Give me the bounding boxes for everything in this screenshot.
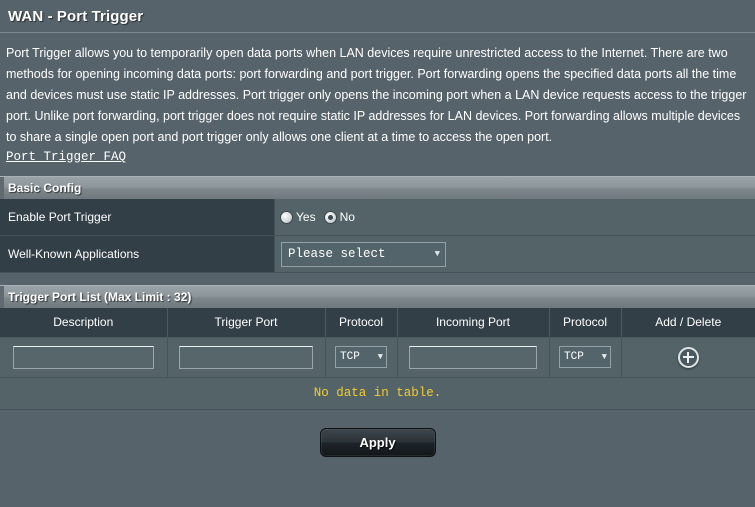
column-header-protocol-1: Protocol [325,308,398,338]
enable-port-trigger-value: Yes No [275,199,755,235]
enable-port-trigger-label: Enable Port Trigger [0,199,275,235]
well-known-applications-select[interactable]: Please select ▼ [281,241,446,267]
radio-label-no: No [339,210,355,224]
description-block: Port Trigger allows you to temporarily o… [0,33,755,164]
cell-incoming-port [397,337,550,378]
radio-unchecked-icon [281,211,292,223]
radio-label-yes: Yes [296,210,316,224]
well-known-applications-value: Please select ▼ [275,236,755,272]
description-text: Port Trigger allows you to temporarily o… [6,46,747,144]
column-header-trigger-port: Trigger Port [167,308,326,338]
table-entry-row: TCP ▼ TCP ▼ [0,337,755,378]
well-known-applications-selected-text: Please select [288,247,386,261]
trigger-port-table: Description Trigger Port Protocol Incomi… [0,308,755,410]
page-title: WAN - Port Trigger [8,8,144,25]
page-header: WAN - Port Trigger [0,0,755,33]
column-header-incoming-port: Incoming Port [397,308,550,338]
protocol-incoming-select[interactable]: TCP ▼ [559,346,611,368]
chevron-down-icon: ▼ [377,351,383,362]
cell-protocol-incoming: TCP ▼ [549,337,622,378]
column-header-protocol-2: Protocol [549,308,622,338]
protocol-trigger-selected-text: TCP [340,351,360,363]
table-empty-row: No data in table. [0,377,755,410]
port-trigger-faq-link[interactable]: Port Trigger FAQ [6,150,126,164]
column-header-add-delete: Add / Delete [621,308,755,338]
enable-port-trigger-radio-group: Yes No [281,210,355,224]
row-enable-port-trigger: Enable Port Trigger Yes No [0,199,755,236]
cell-description [0,337,168,378]
add-row-button[interactable] [677,346,699,368]
cell-protocol-trigger: TCP ▼ [325,337,398,378]
trigger-port-input[interactable] [179,345,313,369]
cell-add-delete [621,337,755,378]
protocol-trigger-select[interactable]: TCP ▼ [335,346,387,368]
chevron-down-icon: ▼ [601,351,607,362]
basic-config-section-header: Basic Config [0,176,755,199]
cell-trigger-port [167,337,326,378]
trigger-port-list-title: Trigger Port List (Max Limit : 32) [8,290,192,304]
protocol-incoming-selected-text: TCP [564,351,584,363]
column-header-description: Description [0,308,168,338]
well-known-applications-label: Well-Known Applications [0,236,275,272]
row-well-known-applications: Well-Known Applications Please select ▼ [0,236,755,273]
incoming-port-input[interactable] [408,345,538,369]
footer-actions: Apply [0,410,755,457]
apply-button[interactable]: Apply [319,427,436,457]
radio-enable-port-trigger-yes[interactable]: Yes [281,210,316,224]
table-header-row: Description Trigger Port Protocol Incomi… [0,308,755,338]
description-input[interactable] [12,345,154,369]
basic-config-title: Basic Config [8,181,82,195]
radio-enable-port-trigger-no[interactable]: No [324,210,355,224]
radio-checked-icon [324,211,336,223]
table-empty-message: No data in table. [0,377,755,410]
trigger-port-list-section-header: Trigger Port List (Max Limit : 32) [0,285,755,308]
chevron-down-icon: ▼ [434,248,440,259]
